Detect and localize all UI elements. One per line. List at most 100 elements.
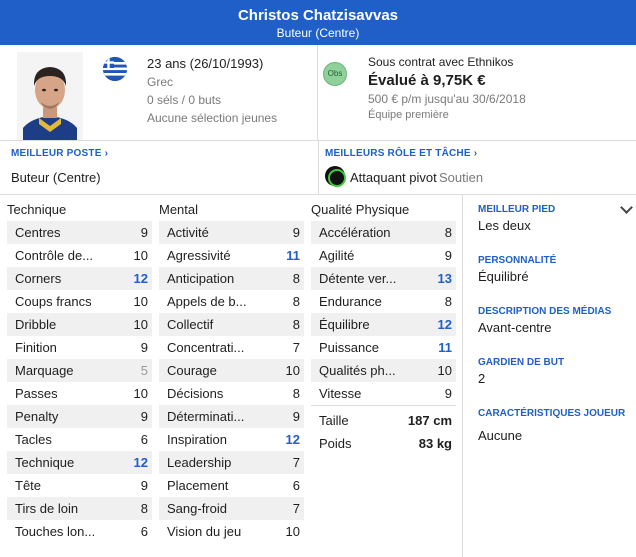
attribute-label: Concentrati...	[167, 340, 245, 355]
attribute-row: Vitesse 9	[311, 382, 456, 405]
best-position-heading[interactable]: MEILLEUR POSTE ›	[11, 148, 108, 159]
attribute-label: Puissance	[319, 340, 379, 355]
height-value: 187 cm	[407, 413, 452, 428]
technical-heading: Technique	[7, 202, 67, 217]
attribute-row: Qualités ph... 10	[311, 359, 456, 382]
attribute-label: Vision du jeu	[167, 524, 242, 539]
attribute-value: 6	[292, 478, 300, 493]
weight-row: Poids 83 kg	[311, 432, 456, 455]
attribute-label: Touches lon...	[15, 524, 96, 539]
attribute-label: Coups francs	[15, 294, 92, 309]
attribute-row: Accélération 8	[311, 221, 456, 244]
attribute-label: Inspiration	[167, 432, 227, 447]
attribute-row: Appels de b... 8	[159, 290, 304, 313]
best-role-heading[interactable]: MEILLEURS RÔLE ET TÂCHE ›	[325, 148, 477, 159]
attribute-row: Sang-froid 7	[159, 497, 304, 520]
attribute-row: Endurance 8	[311, 290, 456, 313]
attribute-value: 12	[437, 317, 452, 332]
attribute-value: 9	[444, 248, 452, 263]
squad-status: Équipe première	[368, 109, 449, 121]
bio-details: 23 ans (26/10/1993) Grec 0 séls / 0 buts…	[147, 56, 277, 125]
attribute-value: 6	[140, 432, 148, 447]
attribute-value: 9	[140, 340, 148, 355]
player-value: Évalué à 9,75K €	[368, 72, 486, 89]
attribute-label: Placement	[167, 478, 229, 493]
attribute-value: 9	[292, 225, 300, 240]
weight-value: 83 kg	[418, 436, 452, 451]
attribute-row: Tacles 6	[7, 428, 152, 451]
attribute-value: 10	[133, 294, 148, 309]
attribute-row: Déterminati... 9	[159, 405, 304, 428]
attribute-value: 13	[437, 271, 452, 286]
attribute-label: Détente ver...	[319, 271, 397, 286]
attribute-label: Penalty	[15, 409, 59, 424]
attribute-value: 10	[437, 363, 452, 378]
media-description-heading: DESCRIPTION DES MÉDIAS	[478, 306, 612, 317]
media-description-value: Avant-centre	[478, 320, 552, 335]
contract-status: Sous contrat avec Ethnikos	[368, 55, 514, 69]
attribute-label: Qualités ph...	[319, 363, 396, 378]
player-photo	[17, 52, 83, 140]
chevron-down-icon[interactable]	[620, 201, 633, 214]
attribute-row: Touches lon... 6	[7, 520, 152, 543]
attribute-row: Leadership 7	[159, 451, 304, 474]
attribute-row: Penalty 9	[7, 405, 152, 428]
attribute-value: 12	[133, 455, 148, 470]
attribute-value: 8	[292, 317, 300, 332]
preferred-foot-value: Les deux	[478, 218, 531, 233]
attribute-value: 11	[438, 340, 452, 355]
attribute-value: 10	[133, 317, 148, 332]
attribute-value: 9	[140, 409, 148, 424]
attribute-value: 7	[292, 455, 300, 470]
attribute-row: Corners 12	[7, 267, 152, 290]
attribute-label: Passes	[15, 386, 58, 401]
best-role: Attaquant pivot	[350, 170, 437, 185]
attribute-row: Tirs de loin 8	[7, 497, 152, 520]
attribute-label: Dribble	[15, 317, 57, 332]
age-dob: 23 ans (26/10/1993)	[147, 56, 264, 71]
best-role-panel[interactable]: MEILLEURS RÔLE ET TÂCHE › Attaquant pivo…	[318, 141, 636, 195]
best-position-panel[interactable]: MEILLEUR POSTE › Buteur (Centre)	[0, 141, 318, 195]
attribute-row: Agilité 9	[311, 244, 456, 267]
attribute-value: 8	[292, 294, 300, 309]
attribute-label: Marquage	[15, 363, 74, 378]
player-header: Christos Chatzisavvas Buteur (Centre)	[0, 0, 636, 45]
attribute-row: Courage 10	[159, 359, 304, 382]
chevron-right-icon: ›	[104, 148, 109, 159]
best-duty: Soutien	[439, 170, 484, 185]
scout-badge-icon[interactable]: Obs	[323, 62, 347, 86]
attribute-value: 12	[285, 432, 300, 447]
attribute-label: Tête	[15, 478, 42, 493]
youth-caps: Aucune sélection jeunes	[147, 111, 278, 125]
attribute-label: Endurance	[319, 294, 382, 309]
attribute-value: 10	[285, 524, 300, 539]
attribute-label: Leadership	[167, 455, 232, 470]
attribute-value: 8	[444, 225, 452, 240]
attribute-value: 8	[140, 501, 148, 516]
attribute-value: 10	[285, 363, 300, 378]
chevron-right-icon: ›	[473, 148, 478, 159]
mental-attributes: Activité 9 Agressivité 11 Anticipation 8 Appel…	[159, 221, 304, 543]
weight-label: Poids	[319, 436, 352, 451]
attribute-label: Déterminati...	[167, 409, 245, 424]
attribute-value: 8	[444, 294, 452, 309]
height-row: Taille 187 cm	[311, 409, 456, 432]
technical-attributes: Centres 9 Contrôle de... 10 Corners 12 Coups f…	[7, 221, 152, 543]
attribute-value: 5	[140, 363, 148, 378]
attribute-row: Décisions 8	[159, 382, 304, 405]
attribute-value: 11	[286, 248, 300, 263]
attribute-label: Centres	[15, 225, 61, 240]
international-caps: 0 séls / 0 buts	[147, 93, 222, 107]
attribute-value: 7	[292, 501, 300, 516]
player-traits-heading: CARACTÉRISTIQUES JOUEUR	[478, 408, 626, 419]
attribute-value: 8	[292, 386, 300, 401]
attribute-label: Anticipation	[167, 271, 235, 286]
best-position-value: Buteur (Centre)	[11, 170, 101, 185]
attribute-row: Collectif 8	[159, 313, 304, 336]
attribute-label: Agilité	[319, 248, 355, 263]
attribute-value: 9	[140, 478, 148, 493]
physical-attributes: Accélération 8 Agilité 9 Détente ver... 13 End…	[311, 221, 456, 405]
attribute-label: Appels de b...	[167, 294, 247, 309]
attribute-label: Corners	[15, 271, 62, 286]
attribute-row: Marquage 5	[7, 359, 152, 382]
